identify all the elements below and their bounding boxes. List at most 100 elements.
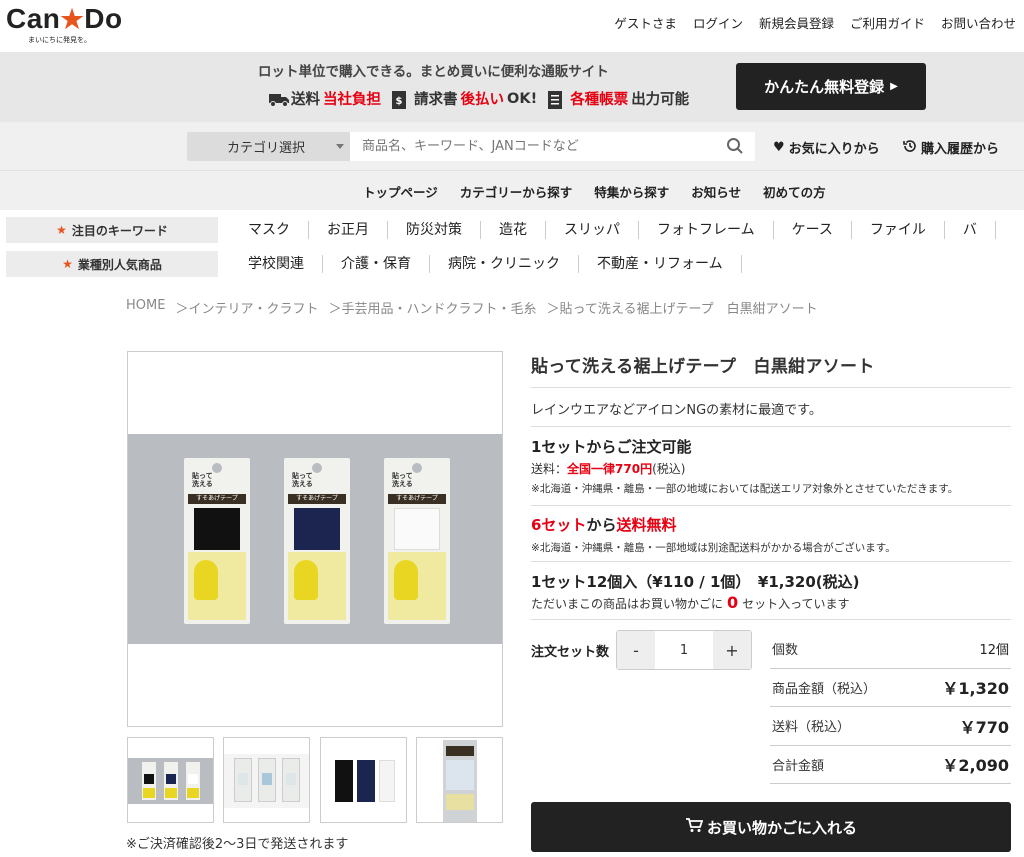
industry-list: 学校関連 介護・保育 病院・クリニック 不動産・リフォーム — [230, 255, 742, 273]
contact-link[interactable]: お問い合わせ — [941, 13, 1016, 32]
guest-label: ゲストさま — [614, 16, 677, 31]
chevron-right-icon: ▶ — [890, 81, 898, 92]
min-order-text: 1セットからご注文可能 — [531, 438, 692, 456]
star-icon: ★ — [56, 223, 67, 237]
breadcrumb-item[interactable]: ＞インテリア・クラフト — [175, 298, 318, 317]
keyword-item[interactable]: ファイル — [852, 221, 945, 239]
thumbnail-2[interactable] — [223, 737, 310, 823]
increment-button[interactable]: + — [713, 631, 751, 669]
shipping-fee: 送料：全国一律770円(税込) — [531, 460, 685, 477]
feature-text: OK! — [507, 90, 538, 107]
guide-link[interactable]: ご利用ガイド — [850, 13, 925, 32]
nav-top[interactable]: トップページ — [363, 182, 438, 201]
history-link[interactable]: 購入履歴から — [903, 138, 999, 157]
package-text: 貼って 洗える — [292, 472, 313, 488]
global-nav: トップページ カテゴリーから探す 特集から探す お知らせ 初めての方 — [0, 170, 1024, 210]
free-shipping-from: から — [586, 516, 617, 534]
svg-text:$: $ — [396, 96, 403, 107]
summary-value: 12個 — [979, 643, 1009, 659]
login-link[interactable]: ログイン — [693, 13, 743, 32]
category-select-label: カテゴリ選択 — [227, 141, 306, 156]
package-black: 貼って 洗える すそあげテープ — [184, 458, 250, 624]
package-text: 貼って 洗える — [392, 472, 413, 488]
nav-feature[interactable]: 特集から探す — [594, 182, 669, 201]
price-line: 1セット12個入（¥110 / 1個） ¥1,320(税込) — [531, 573, 860, 591]
keyword-item[interactable]: お正月 — [309, 221, 388, 239]
product-photo: 貼って 洗える すそあげテープ 貼って 洗える すそあげテープ 貼って 洗える … — [128, 434, 502, 644]
top-links: ゲストさま ログイン 新規会員登録 ご利用ガイド お問い合わせ — [614, 13, 1016, 32]
search-icon[interactable] — [726, 137, 744, 159]
feature-invoice: $ 請求書 後払い OK! — [391, 88, 537, 109]
thumbnail-1[interactable] — [127, 737, 214, 823]
keyword-item[interactable]: ケース — [774, 221, 852, 239]
promo-banner: ロット単位で購入できる。まとめ買いに便利な通販サイト 送料 当社負担 $ 請求書後… — [0, 52, 1024, 122]
breadcrumb-item[interactable]: HOME — [126, 298, 165, 317]
keywords-label-text: 注目のキーワード — [71, 223, 168, 238]
summary-value: ￥1,320 — [942, 679, 1009, 699]
industry-item[interactable]: 不動産・リフォーム — [579, 255, 742, 273]
main-product-image[interactable]: 貼って 洗える すそあげテープ 貼って 洗える すそあげテープ 貼って 洗える … — [127, 351, 503, 727]
shipping-tax: (税込) — [652, 462, 686, 476]
free-register-button[interactable]: かんたん無料登録 ▶ — [736, 63, 926, 110]
industry-label: ★ 業種別人気商品 — [6, 251, 218, 277]
quantity-input[interactable]: 1 — [655, 631, 713, 669]
industry-item[interactable]: 学校関連 — [230, 255, 323, 273]
keyword-item[interactable]: 防災対策 — [388, 221, 481, 239]
site-logo[interactable]: Can★Do まいにちに発見を。 — [6, 4, 123, 45]
cart-status-text: セット入っています — [742, 597, 850, 611]
favorites-link[interactable]: ♥ お気に入りから — [773, 138, 880, 157]
search-input[interactable] — [350, 132, 755, 161]
feature-text: 請求書 — [414, 92, 458, 108]
add-to-cart-button[interactable]: お買い物かごに入れる — [531, 802, 1011, 852]
industry-item[interactable]: 病院・クリニック — [430, 255, 579, 273]
keywords-label: ★ 注目のキーワード — [6, 217, 218, 243]
quantity-label: 注文セット数 — [531, 645, 610, 660]
category-select[interactable]: カテゴリ選択 — [187, 132, 350, 161]
quantity-stepper: - 1 + — [616, 630, 752, 670]
divider — [531, 561, 1011, 562]
feature-text: 出力可能 — [631, 92, 690, 108]
thumbnail-4[interactable] — [416, 737, 503, 823]
star-icon: ★ — [60, 4, 85, 34]
feature-shipping: 送料 当社負担 — [268, 88, 381, 109]
keyword-item[interactable]: バ — [945, 221, 996, 239]
free-shipping-note: ※北海道・沖縄県・離島・一部地域は別途配送料がかかる場合がございます。 — [531, 542, 896, 554]
star-icon: ★ — [62, 257, 73, 271]
keyword-item[interactable]: フォトフレーム — [639, 221, 774, 239]
keyword-item[interactable]: マスク — [230, 221, 309, 239]
nav-beginner[interactable]: 初めての方 — [763, 182, 826, 201]
cart-status-text: ただいまこの商品はお買い物かごに — [531, 597, 724, 611]
package-text: 貼って 洗える — [192, 472, 213, 488]
truck-icon — [268, 90, 289, 108]
thumbnail-3[interactable] — [320, 737, 407, 823]
document-icon — [547, 90, 567, 109]
package-band: すそあげテープ — [188, 494, 246, 504]
nav-category[interactable]: カテゴリーから探す — [460, 182, 573, 201]
industry-item[interactable]: 介護・保育 — [323, 255, 430, 273]
package-band: すそあげテープ — [288, 494, 346, 504]
feature-highlight: 当社負担 — [323, 92, 381, 108]
decrement-button[interactable]: - — [617, 631, 655, 669]
history-icon — [903, 139, 917, 157]
logo-text: Can — [6, 3, 61, 34]
industry-label-text: 業種別人気商品 — [77, 257, 162, 272]
summary-value: ￥2,090 — [942, 756, 1009, 776]
breadcrumb-item[interactable]: ＞手芸用品・ハンドクラフト・毛糸 — [328, 298, 536, 317]
summary-key: 個数 — [772, 643, 799, 659]
search-bar-row: カテゴリ選択 ♥ お気に入りから 購入履歴から — [0, 122, 1024, 170]
keyword-item[interactable]: 造花 — [481, 221, 546, 239]
feature-highlight: 後払い — [460, 92, 505, 108]
feature-highlight: 各種帳票 — [570, 92, 629, 108]
package-navy: 貼って 洗える すそあげテープ — [284, 458, 350, 624]
register-link[interactable]: 新規会員登録 — [759, 13, 834, 32]
keyword-item[interactable]: スリッパ — [546, 221, 639, 239]
logo-text: Do — [84, 3, 123, 34]
divider — [531, 505, 1011, 506]
price-summary: 個数 12個 商品金額（税込） ￥1,320 送料（税込） ￥770 合計金額 ￥2,0… — [770, 630, 1011, 784]
summary-key: 送料（税込） — [772, 720, 851, 736]
history-label: 購入履歴から — [921, 142, 1000, 157]
keyword-list: マスク お正月 防災対策 造花 スリッパ フォトフレーム ケース ファイル バ — [230, 221, 996, 239]
cart-icon — [685, 817, 704, 837]
nav-news[interactable]: お知らせ — [691, 182, 741, 201]
shipping-label: 送料： — [531, 462, 568, 476]
